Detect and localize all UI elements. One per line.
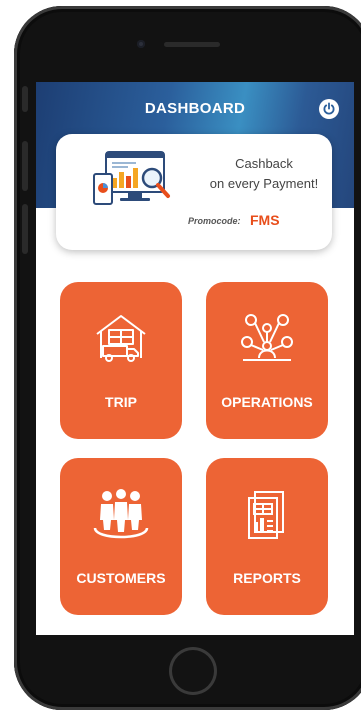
- cashback-promo-card[interactable]: Cashback on every Payment! Promocode: FM…: [56, 134, 332, 250]
- truck-warehouse-icon: [96, 315, 146, 362]
- home-button[interactable]: [169, 647, 217, 695]
- front-camera: [137, 40, 145, 48]
- power-icon: [323, 102, 335, 115]
- trip-tile[interactable]: TRIP: [60, 282, 182, 439]
- page-title: DASHBOARD: [144, 100, 246, 117]
- operations-tile[interactable]: OPERATIONS: [206, 282, 328, 439]
- report-document-icon: [248, 491, 284, 539]
- network-nodes-icon: [241, 314, 293, 361]
- trip-label: TRIP: [105, 394, 137, 410]
- power-button[interactable]: [319, 99, 339, 119]
- reports-label: REPORTS: [233, 570, 301, 586]
- volume-up-button: [22, 141, 28, 191]
- promo-headline: Cashback: [235, 156, 293, 171]
- reports-tile[interactable]: REPORTS: [206, 458, 328, 615]
- analytics-illustration-icon: [93, 151, 170, 205]
- customers-tile[interactable]: CUSTOMERS: [60, 458, 182, 615]
- mute-switch: [22, 86, 28, 112]
- app-screen: DASHBOARD Cashback on every Payment! Pro…: [36, 82, 354, 635]
- promo-code-label: Promocode:: [188, 216, 241, 226]
- volume-down-button: [22, 204, 28, 254]
- customers-label: CUSTOMERS: [76, 570, 166, 586]
- people-group-icon: [93, 489, 149, 539]
- promo-code-value: FMS: [250, 212, 280, 228]
- earpiece-speaker: [164, 42, 220, 47]
- promo-subline: on every Payment!: [209, 176, 319, 191]
- operations-label: OPERATIONS: [221, 394, 313, 410]
